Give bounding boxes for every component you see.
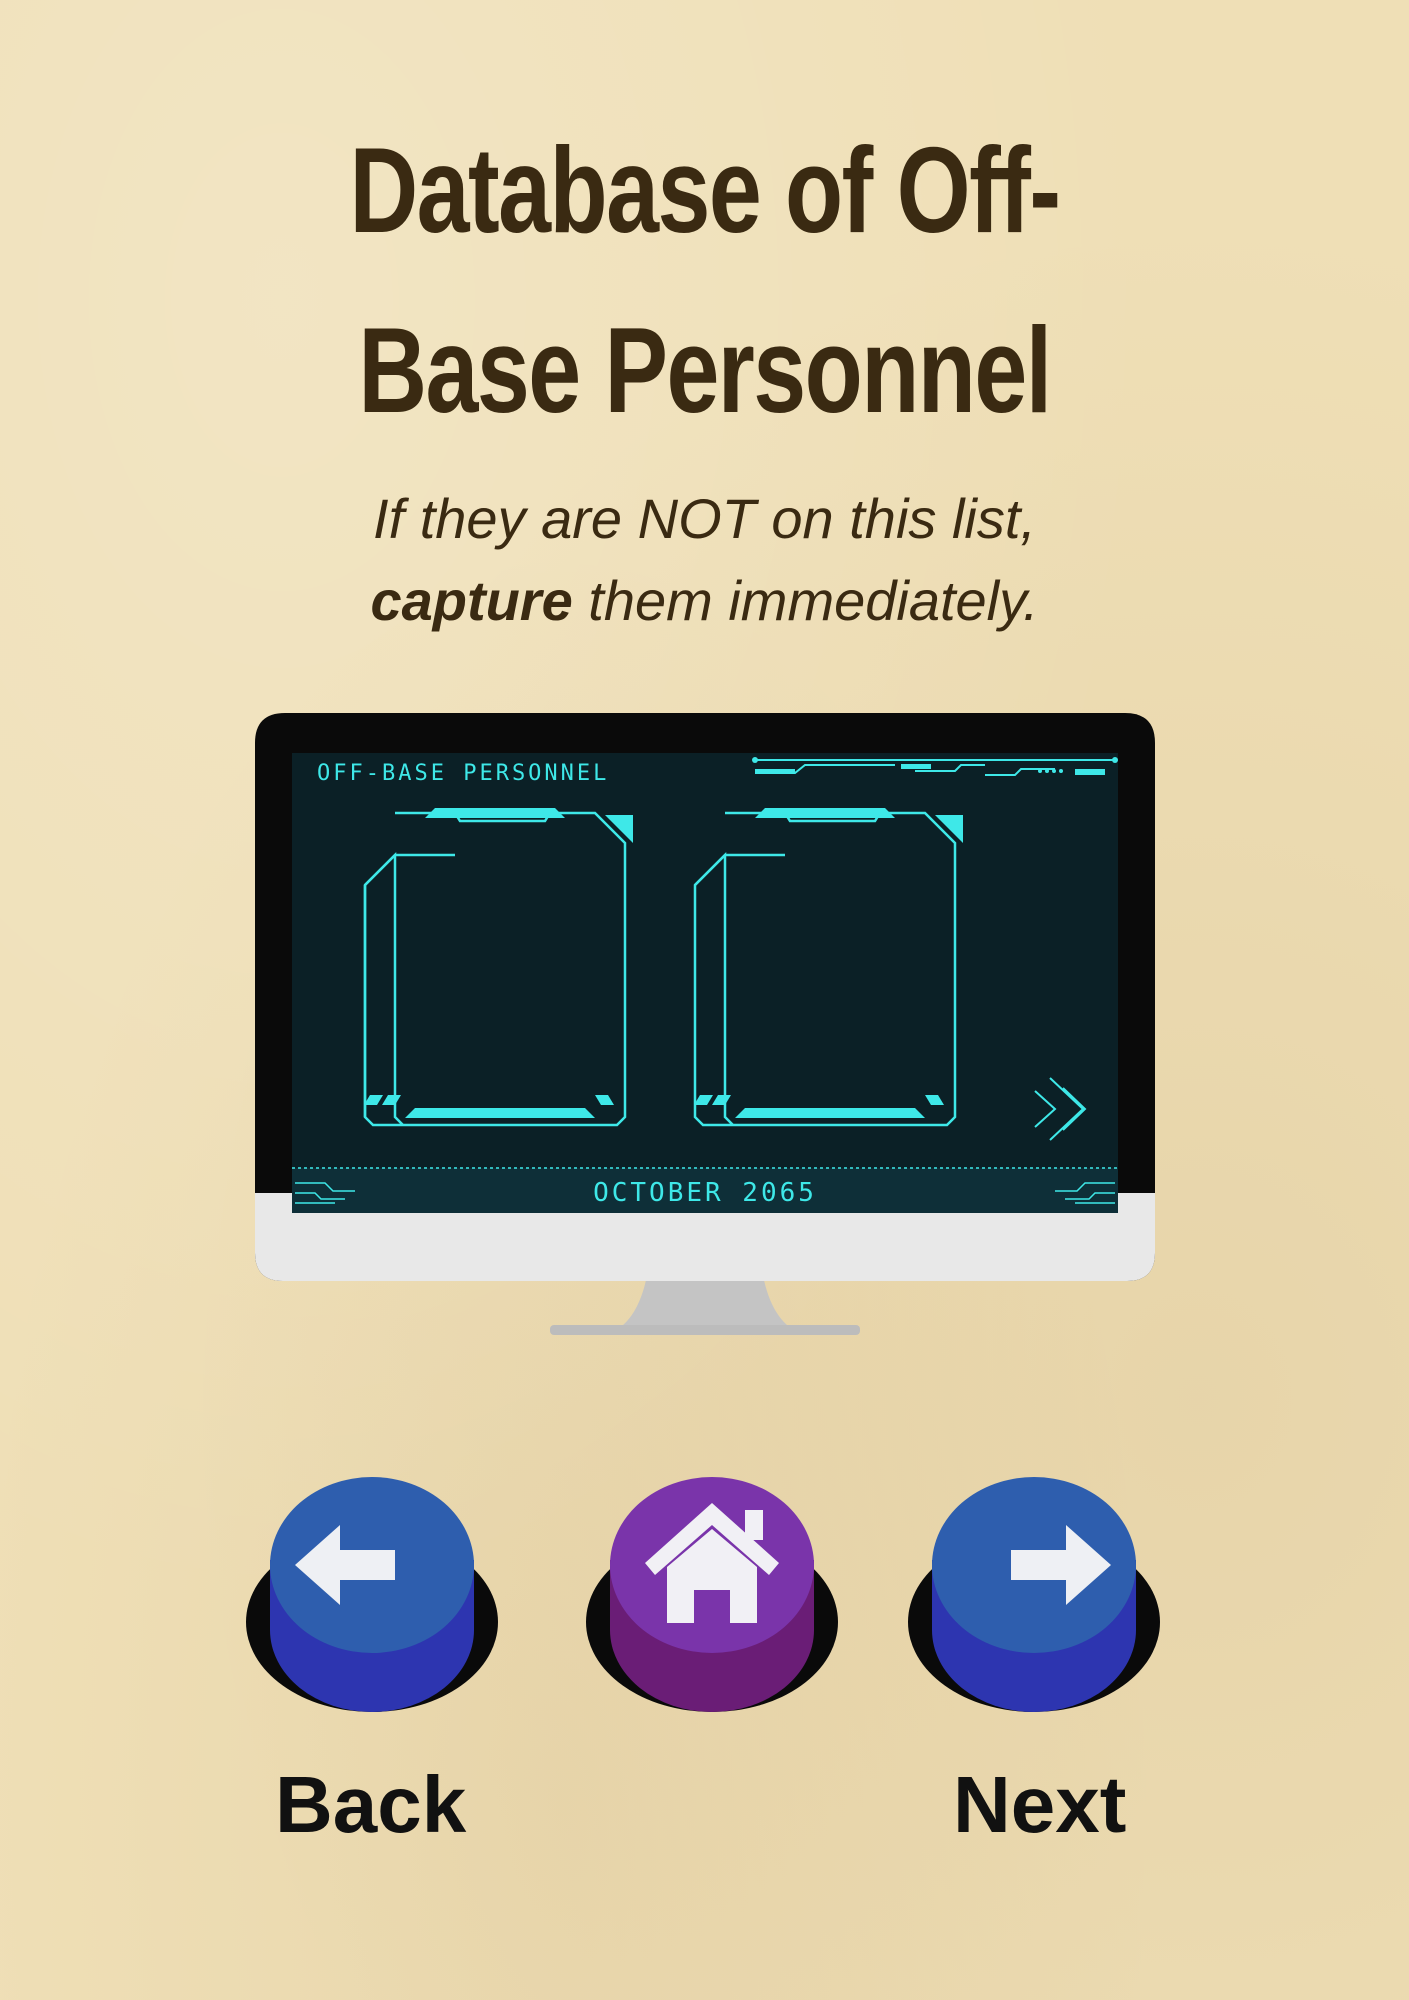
computer-monitor: OFF-BASE PERSONNEL OCTOBER 2065 (255, 713, 1155, 1340)
home-button[interactable] (585, 1455, 845, 1715)
next-button[interactable] (907, 1455, 1167, 1715)
home-button-graphic (586, 1477, 838, 1712)
screen-background (292, 753, 1118, 1213)
subtitle-line-1: If they are NOT on this list, (373, 487, 1036, 550)
monitor-graphic (255, 713, 1155, 1335)
back-label: Back (275, 1760, 467, 1849)
page-title-line-2: Base Personnel (358, 302, 1052, 438)
next-label: Next (953, 1760, 1127, 1849)
screen-date: OCTOBER 2065 (593, 1178, 817, 1208)
page-title: Database of Off- Base Personnel (155, 100, 1254, 460)
screen-header: OFF-BASE PERSONNEL (317, 761, 610, 786)
page-title-line-1: Database of Off- (349, 122, 1062, 258)
back-button[interactable] (245, 1455, 505, 1715)
subtitle-bold-word: capture (370, 569, 573, 632)
page-subtitle: If they are NOT on this list, capture th… (0, 478, 1409, 642)
subtitle-line-2: capture them immediately. (0, 560, 1409, 642)
next-button-graphic (908, 1477, 1160, 1712)
subtitle-rest: them immediately. (572, 569, 1039, 632)
monitor-base (550, 1325, 860, 1335)
back-button-graphic (246, 1477, 498, 1712)
